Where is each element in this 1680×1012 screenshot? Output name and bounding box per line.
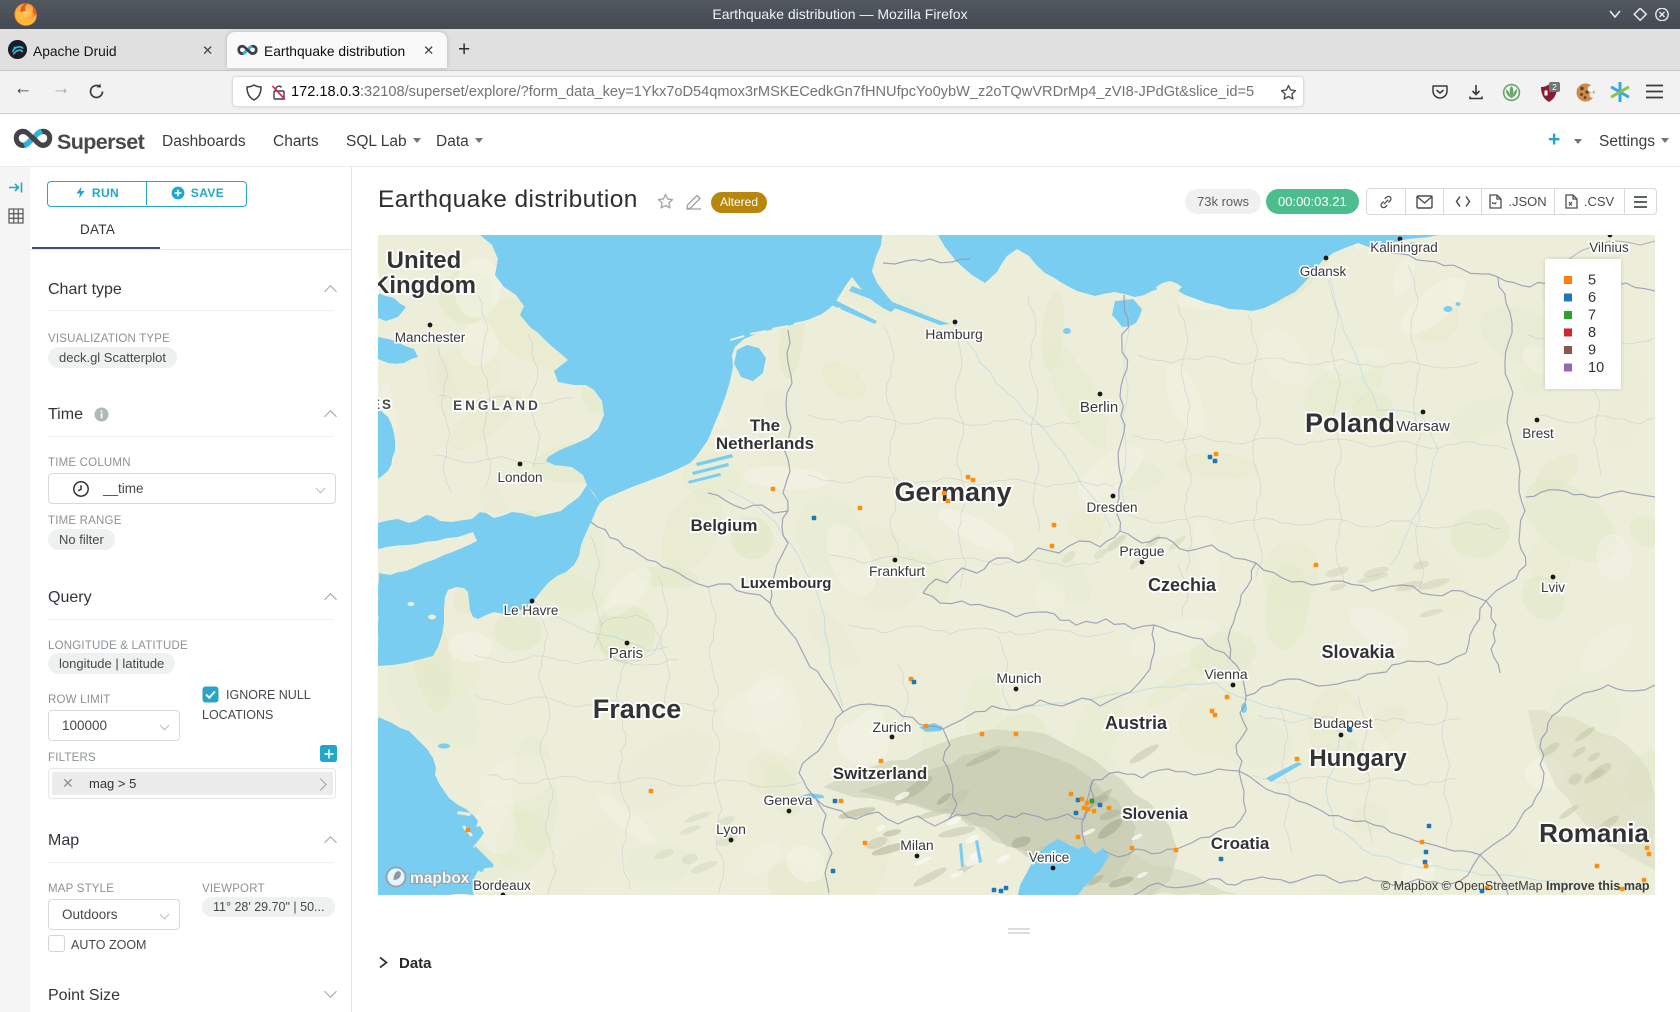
svg-text:Czechia: Czechia	[1148, 575, 1217, 595]
svg-text:Hungary: Hungary	[1309, 745, 1407, 772]
svg-text:France: France	[593, 694, 682, 724]
svg-text:5: 5	[1588, 273, 1596, 289]
svg-text:Zurich: Zurich	[873, 719, 912, 735]
svg-text:© Mapbox © OpenStreetMap Impro: © Mapbox © OpenStreetMap Improve this ma…	[1381, 879, 1650, 893]
svg-text:ES: ES	[378, 397, 393, 412]
svg-text:Frankfurt: Frankfurt	[869, 563, 925, 579]
svg-text:mapbox: mapbox	[410, 870, 470, 887]
svg-text:Netherlands: Netherlands	[716, 434, 814, 453]
svg-text:Lviv: Lviv	[1541, 580, 1565, 595]
svg-text:Venice: Venice	[1029, 850, 1070, 865]
svg-text:10: 10	[1588, 360, 1604, 376]
svg-text:Germany: Germany	[894, 477, 1011, 507]
svg-text:Kingdom: Kingdom	[378, 272, 476, 299]
svg-text:Gdansk: Gdansk	[1300, 264, 1347, 279]
svg-text:Slovakia: Slovakia	[1321, 642, 1395, 662]
svg-text:London: London	[497, 470, 542, 485]
svg-text:Le Havre: Le Havre	[504, 603, 559, 618]
svg-text:Milan: Milan	[900, 837, 933, 853]
svg-text:Hamburg: Hamburg	[925, 326, 983, 342]
svg-text:Belgium: Belgium	[690, 516, 757, 535]
svg-text:6: 6	[1588, 290, 1596, 306]
svg-text:Paris: Paris	[609, 645, 643, 662]
svg-text:Vilnius: Vilnius	[1589, 240, 1629, 255]
svg-text:Kaliningrad: Kaliningrad	[1370, 240, 1438, 255]
svg-text:The: The	[750, 416, 780, 435]
svg-text:7: 7	[1588, 308, 1596, 324]
svg-text:ENGLAND: ENGLAND	[453, 398, 541, 413]
svg-text:Dresden: Dresden	[1086, 500, 1137, 515]
svg-text:Warsaw: Warsaw	[1396, 418, 1450, 435]
svg-text:9: 9	[1588, 343, 1596, 359]
svg-text:2: 2	[1552, 82, 1557, 92]
svg-text:United: United	[387, 247, 462, 274]
svg-text:Budapest: Budapest	[1313, 715, 1372, 731]
svg-text:Slovenia: Slovenia	[1122, 806, 1188, 823]
svg-text:Croatia: Croatia	[1211, 834, 1270, 853]
svg-text:Geneva: Geneva	[763, 792, 812, 808]
svg-text:Brest: Brest	[1522, 426, 1554, 441]
svg-text:Switzerland: Switzerland	[833, 764, 927, 783]
svg-text:8: 8	[1588, 325, 1596, 341]
svg-text:Berlin: Berlin	[1080, 399, 1118, 416]
svg-text:Munich: Munich	[996, 670, 1041, 686]
svg-text:Luxembourg: Luxembourg	[741, 575, 832, 592]
svg-text:Vienna: Vienna	[1204, 666, 1248, 682]
svg-text:Lyon: Lyon	[716, 821, 746, 837]
svg-text:Bordeaux: Bordeaux	[473, 878, 531, 893]
svg-text:Prague: Prague	[1119, 543, 1164, 559]
svg-text:Manchester: Manchester	[395, 330, 466, 345]
svg-text:Austria: Austria	[1105, 713, 1168, 733]
svg-text:Poland: Poland	[1305, 408, 1395, 438]
svg-text:Romania: Romania	[1539, 818, 1649, 848]
